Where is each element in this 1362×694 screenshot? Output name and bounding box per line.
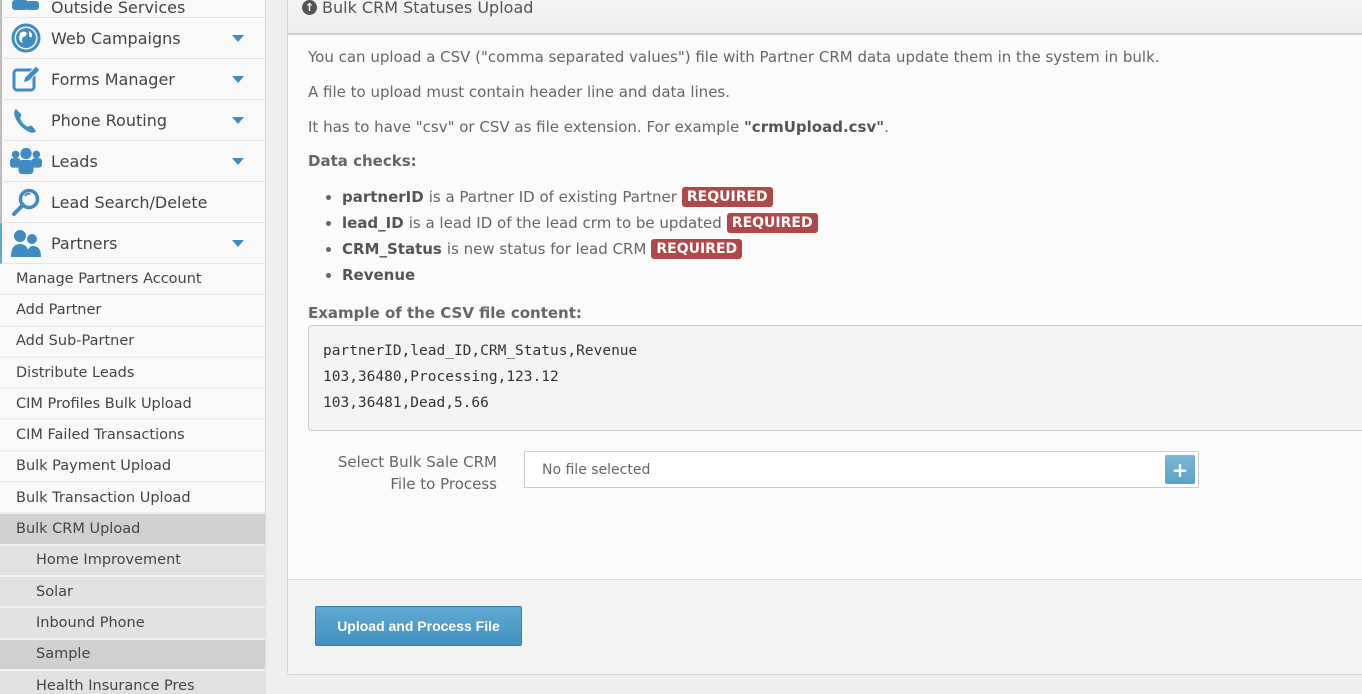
extension-example: "crmUpload.csv" bbox=[743, 118, 885, 136]
csv-line: partnerID,lead_ID,CRM_Status,Revenue bbox=[323, 343, 638, 359]
bulk-upload-panel: ↑ Bulk CRM Statuses Upload You can uploa… bbox=[287, 0, 1362, 675]
panel-title: ↑ Bulk CRM Statuses Upload bbox=[302, 0, 533, 17]
sub-item-manage-partners-account[interactable]: Manage Partners Account bbox=[0, 264, 265, 296]
sub-item-add-partner[interactable]: Add Partner bbox=[0, 295, 265, 327]
nav-label: Lead Search/Delete bbox=[51, 192, 208, 212]
file-input-placeholder: No file selected bbox=[542, 461, 651, 478]
edit-icon bbox=[10, 63, 42, 95]
required-badge: REQUIRED bbox=[726, 213, 818, 233]
chevron-down-icon[interactable] bbox=[232, 117, 244, 124]
nav-item-web-campaigns[interactable]: Web Campaigns bbox=[0, 18, 265, 59]
nav-item-lead-search-delete[interactable]: Lead Search/Delete bbox=[0, 182, 265, 223]
sub-item-bulk-payment-upload[interactable]: Bulk Payment Upload bbox=[0, 451, 265, 484]
bullet-icon bbox=[326, 246, 331, 252]
file-select-label: Select Bulk Sale CRM File to Process bbox=[337, 453, 497, 493]
check-item: CRM_Status is new status for lead CRM REQ… bbox=[326, 236, 1362, 262]
nav-label: Web Campaigns bbox=[51, 28, 181, 48]
csv-line: 103,36480,Processing,123.12 bbox=[323, 369, 559, 385]
check-field: Revenue bbox=[342, 266, 416, 284]
partners-icon bbox=[10, 227, 42, 259]
check-item: Revenue bbox=[326, 262, 1362, 288]
panel-footer: Upload and Process File bbox=[288, 579, 1362, 674]
nav-item-outside-services[interactable]: Outside Services bbox=[0, 0, 265, 18]
sub-item-health-insurance-pres[interactable]: Health Insurance Pres bbox=[0, 670, 265, 694]
intro-text: You can upload a CSV ("comma separated v… bbox=[308, 48, 1160, 66]
nav-item-partners[interactable]: Partners bbox=[0, 223, 265, 264]
add-file-button[interactable]: + bbox=[1165, 455, 1195, 484]
nav-label: Forms Manager bbox=[51, 69, 175, 89]
nav-item-forms-manager[interactable]: Forms Manager bbox=[0, 59, 265, 100]
sub-item-cim-profiles-bulk-upload[interactable]: CIM Profiles Bulk Upload bbox=[0, 389, 265, 421]
check-item: lead_ID is a lead ID of the lead crm to … bbox=[326, 210, 1362, 236]
nav-label: Partners bbox=[51, 233, 118, 253]
csv-example: partnerID,lead_ID,CRM_Status,Revenue 103,… bbox=[308, 325, 1362, 431]
sidebar: Outside Services Web Campaigns Forms Man… bbox=[0, 0, 266, 694]
required-badge: REQUIRED bbox=[651, 239, 743, 259]
check-field: lead_ID bbox=[342, 214, 404, 232]
file-select-row: Select Bulk Sale CRM File to Process No … bbox=[308, 451, 1362, 495]
users-icon bbox=[10, 0, 42, 17]
panel-header: ↑ Bulk CRM Statuses Upload bbox=[288, 0, 1362, 35]
upload-circle-icon: ↑ bbox=[302, 0, 317, 15]
bullet-icon bbox=[326, 272, 331, 278]
check-desc: is a Partner ID of existing Partner bbox=[428, 188, 677, 206]
search-icon bbox=[10, 186, 42, 218]
check-field: partnerID bbox=[342, 188, 424, 206]
sub-item-bulk-crm-upload[interactable]: Bulk CRM Upload bbox=[0, 514, 265, 546]
sub-item-add-sub-partner[interactable]: Add Sub-Partner bbox=[0, 326, 265, 358]
panel-body: You can upload a CSV ("comma separated v… bbox=[288, 35, 1362, 570]
plus-icon: + bbox=[1171, 457, 1189, 482]
check-desc: is new status for lead CRM bbox=[446, 240, 647, 258]
csv-line: 103,36481,Dead,5.66 bbox=[323, 395, 489, 411]
check-field: CRM_Status bbox=[342, 240, 442, 258]
required-badge: REQUIRED bbox=[681, 187, 773, 207]
data-checks-list: partnerID is a Partner ID of existing Pa… bbox=[326, 184, 1362, 288]
nav-label: Phone Routing bbox=[51, 110, 167, 130]
example-heading: Example of the CSV file content: bbox=[308, 304, 582, 322]
chevron-down-icon[interactable] bbox=[232, 76, 244, 83]
sub-item-sample[interactable]: Sample bbox=[0, 639, 265, 671]
sub-item-bulk-transaction-upload[interactable]: Bulk Transaction Upload bbox=[0, 483, 265, 515]
nav-item-leads[interactable]: Leads bbox=[0, 141, 265, 182]
chevron-down-icon[interactable] bbox=[232, 158, 244, 165]
check-desc: is a lead ID of the lead crm to be updat… bbox=[408, 214, 722, 232]
panel-title-text: Bulk CRM Statuses Upload bbox=[322, 0, 534, 17]
nav-label: Leads bbox=[51, 151, 98, 171]
sub-item-home-improvement[interactable]: Home Improvement bbox=[0, 545, 265, 577]
extension-suffix: . bbox=[884, 118, 889, 136]
sub-item-distribute-leads[interactable]: Distribute Leads bbox=[0, 357, 265, 390]
upload-and-process-button[interactable]: Upload and Process File bbox=[315, 606, 522, 646]
sub-item-solar[interactable]: Solar bbox=[0, 576, 265, 609]
sub-item-cim-failed-transactions[interactable]: CIM Failed Transactions bbox=[0, 420, 265, 452]
file-input[interactable]: No file selected + bbox=[524, 451, 1199, 488]
bullet-icon bbox=[326, 220, 331, 226]
data-checks-heading: Data checks: bbox=[308, 152, 417, 170]
group-icon bbox=[10, 145, 42, 177]
bullet-icon bbox=[326, 194, 331, 200]
chevron-down-icon[interactable] bbox=[232, 35, 244, 42]
nav-label: Outside Services bbox=[51, 0, 186, 17]
extension-text: It has to have "csv" or CSV as file exte… bbox=[308, 117, 1362, 137]
check-item: partnerID is a Partner ID of existing Pa… bbox=[326, 184, 1362, 210]
extension-prefix: It has to have "csv" or CSV as file exte… bbox=[308, 118, 744, 136]
globe-icon bbox=[10, 22, 42, 54]
chevron-down-icon[interactable] bbox=[232, 240, 244, 247]
requirement-text: A file to upload must contain header lin… bbox=[308, 83, 730, 101]
phone-icon bbox=[10, 104, 42, 136]
sub-item-inbound-phone[interactable]: Inbound Phone bbox=[0, 608, 265, 640]
nav-item-phone-routing[interactable]: Phone Routing bbox=[0, 100, 265, 141]
